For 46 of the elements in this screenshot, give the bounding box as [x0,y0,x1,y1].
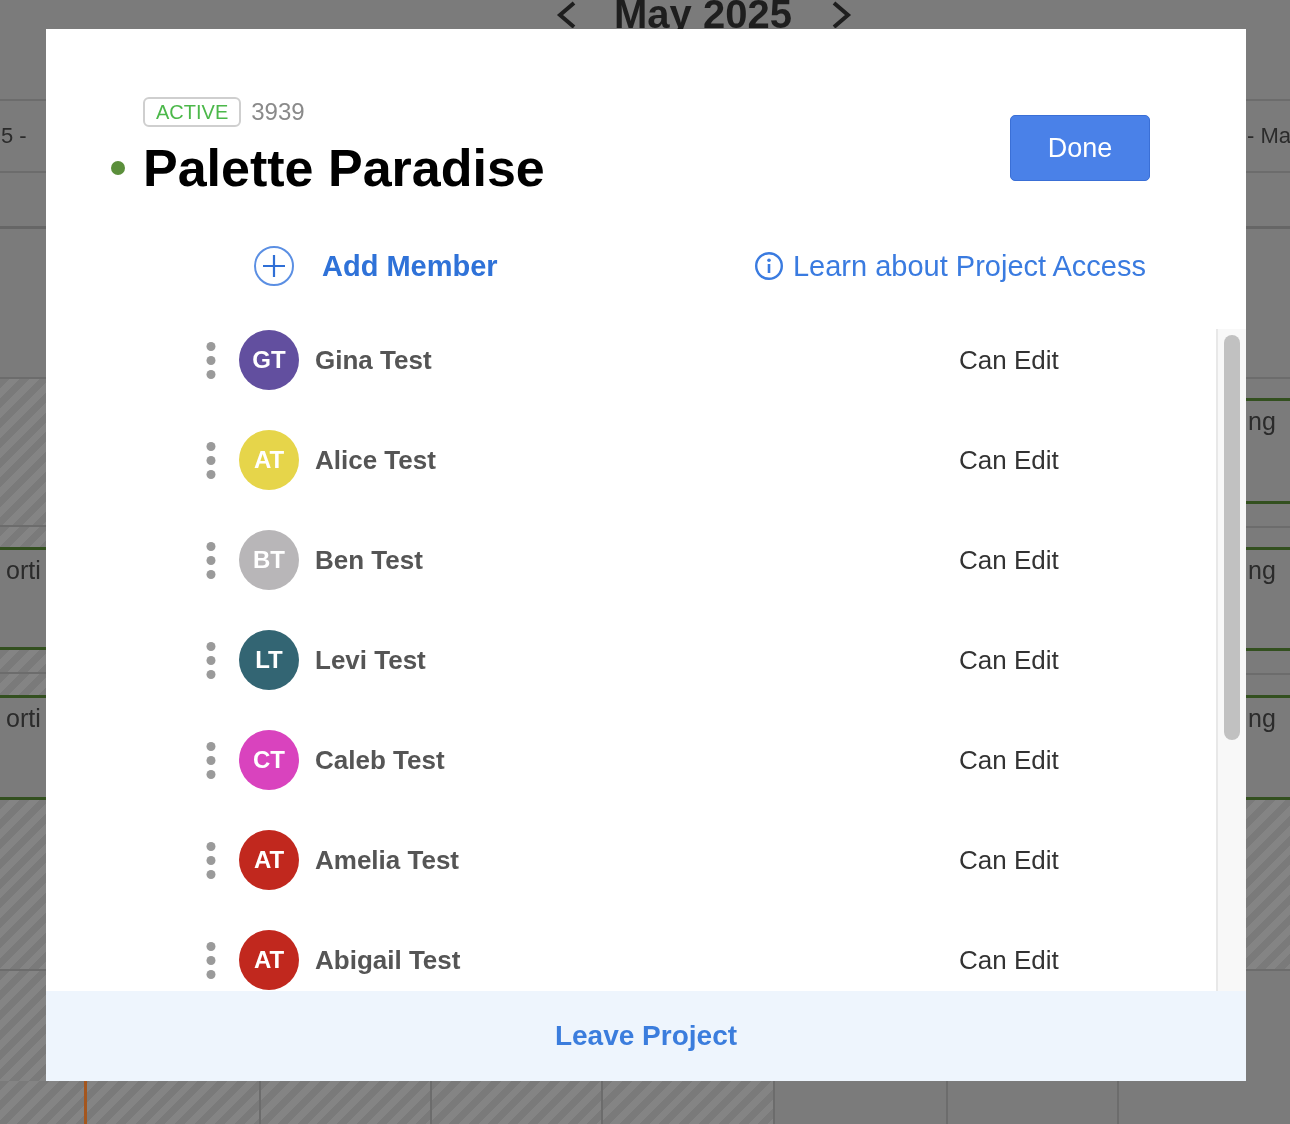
chevron-left-icon[interactable] [555,1,578,28]
member-avatar: AT [239,830,299,890]
project-number: 3939 [251,97,305,127]
permission-label: Can Edit [959,443,1059,477]
info-icon [754,252,783,280]
member-name: Ben Test [315,543,423,577]
week-label: 5 - [0,122,27,150]
permission-label: Can Edit [959,643,1059,677]
more-options-icon[interactable] [206,641,216,679]
hatched-cell [0,650,46,674]
permission-label: Can Edit [959,543,1059,577]
hatched-cell [0,674,46,698]
member-avatar: GT [239,330,299,390]
status-badge: ACTIVE [143,97,242,127]
permission-label: Can Edit [959,943,1059,977]
more-options-icon[interactable] [206,341,216,379]
scrollbar-thumb[interactable] [1224,335,1240,740]
project-title: Palette Paradise [143,139,545,197]
more-options-icon[interactable] [206,441,216,479]
more-options-icon[interactable] [206,941,216,979]
member-name: Caleb Test [315,743,445,777]
project-access-link[interactable]: Learn about Project Access [754,246,1146,286]
permission-label: Can Edit [959,743,1059,777]
member-avatar: AT [239,430,299,490]
more-options-icon[interactable] [206,841,216,879]
hatched-cell [0,527,46,550]
member-name: Amelia Test [315,843,459,877]
done-button[interactable]: Done [1010,115,1150,181]
add-member-button[interactable]: Add Member [254,246,498,286]
member-name: Alice Test [315,443,436,477]
member-avatar: LT [239,630,299,690]
permission-label: Can Edit [959,843,1059,877]
member-avatar: BT [239,530,299,590]
month-title: May 2025 [614,0,792,29]
leave-project-button[interactable]: Leave Project [46,991,1246,1081]
member-name: Gina Test [315,343,432,377]
member-name: Levi Test [315,643,426,677]
status-dot-icon [111,161,125,175]
vertical-marker-line [84,1081,87,1124]
member-avatar: AT [239,930,299,990]
more-options-icon[interactable] [206,741,216,779]
member-avatar: CT [239,730,299,790]
permission-label: Can Edit [959,343,1059,377]
more-options-icon[interactable] [206,541,216,579]
plus-circle-icon [254,246,294,286]
member-name: Abigail Test [315,943,461,977]
